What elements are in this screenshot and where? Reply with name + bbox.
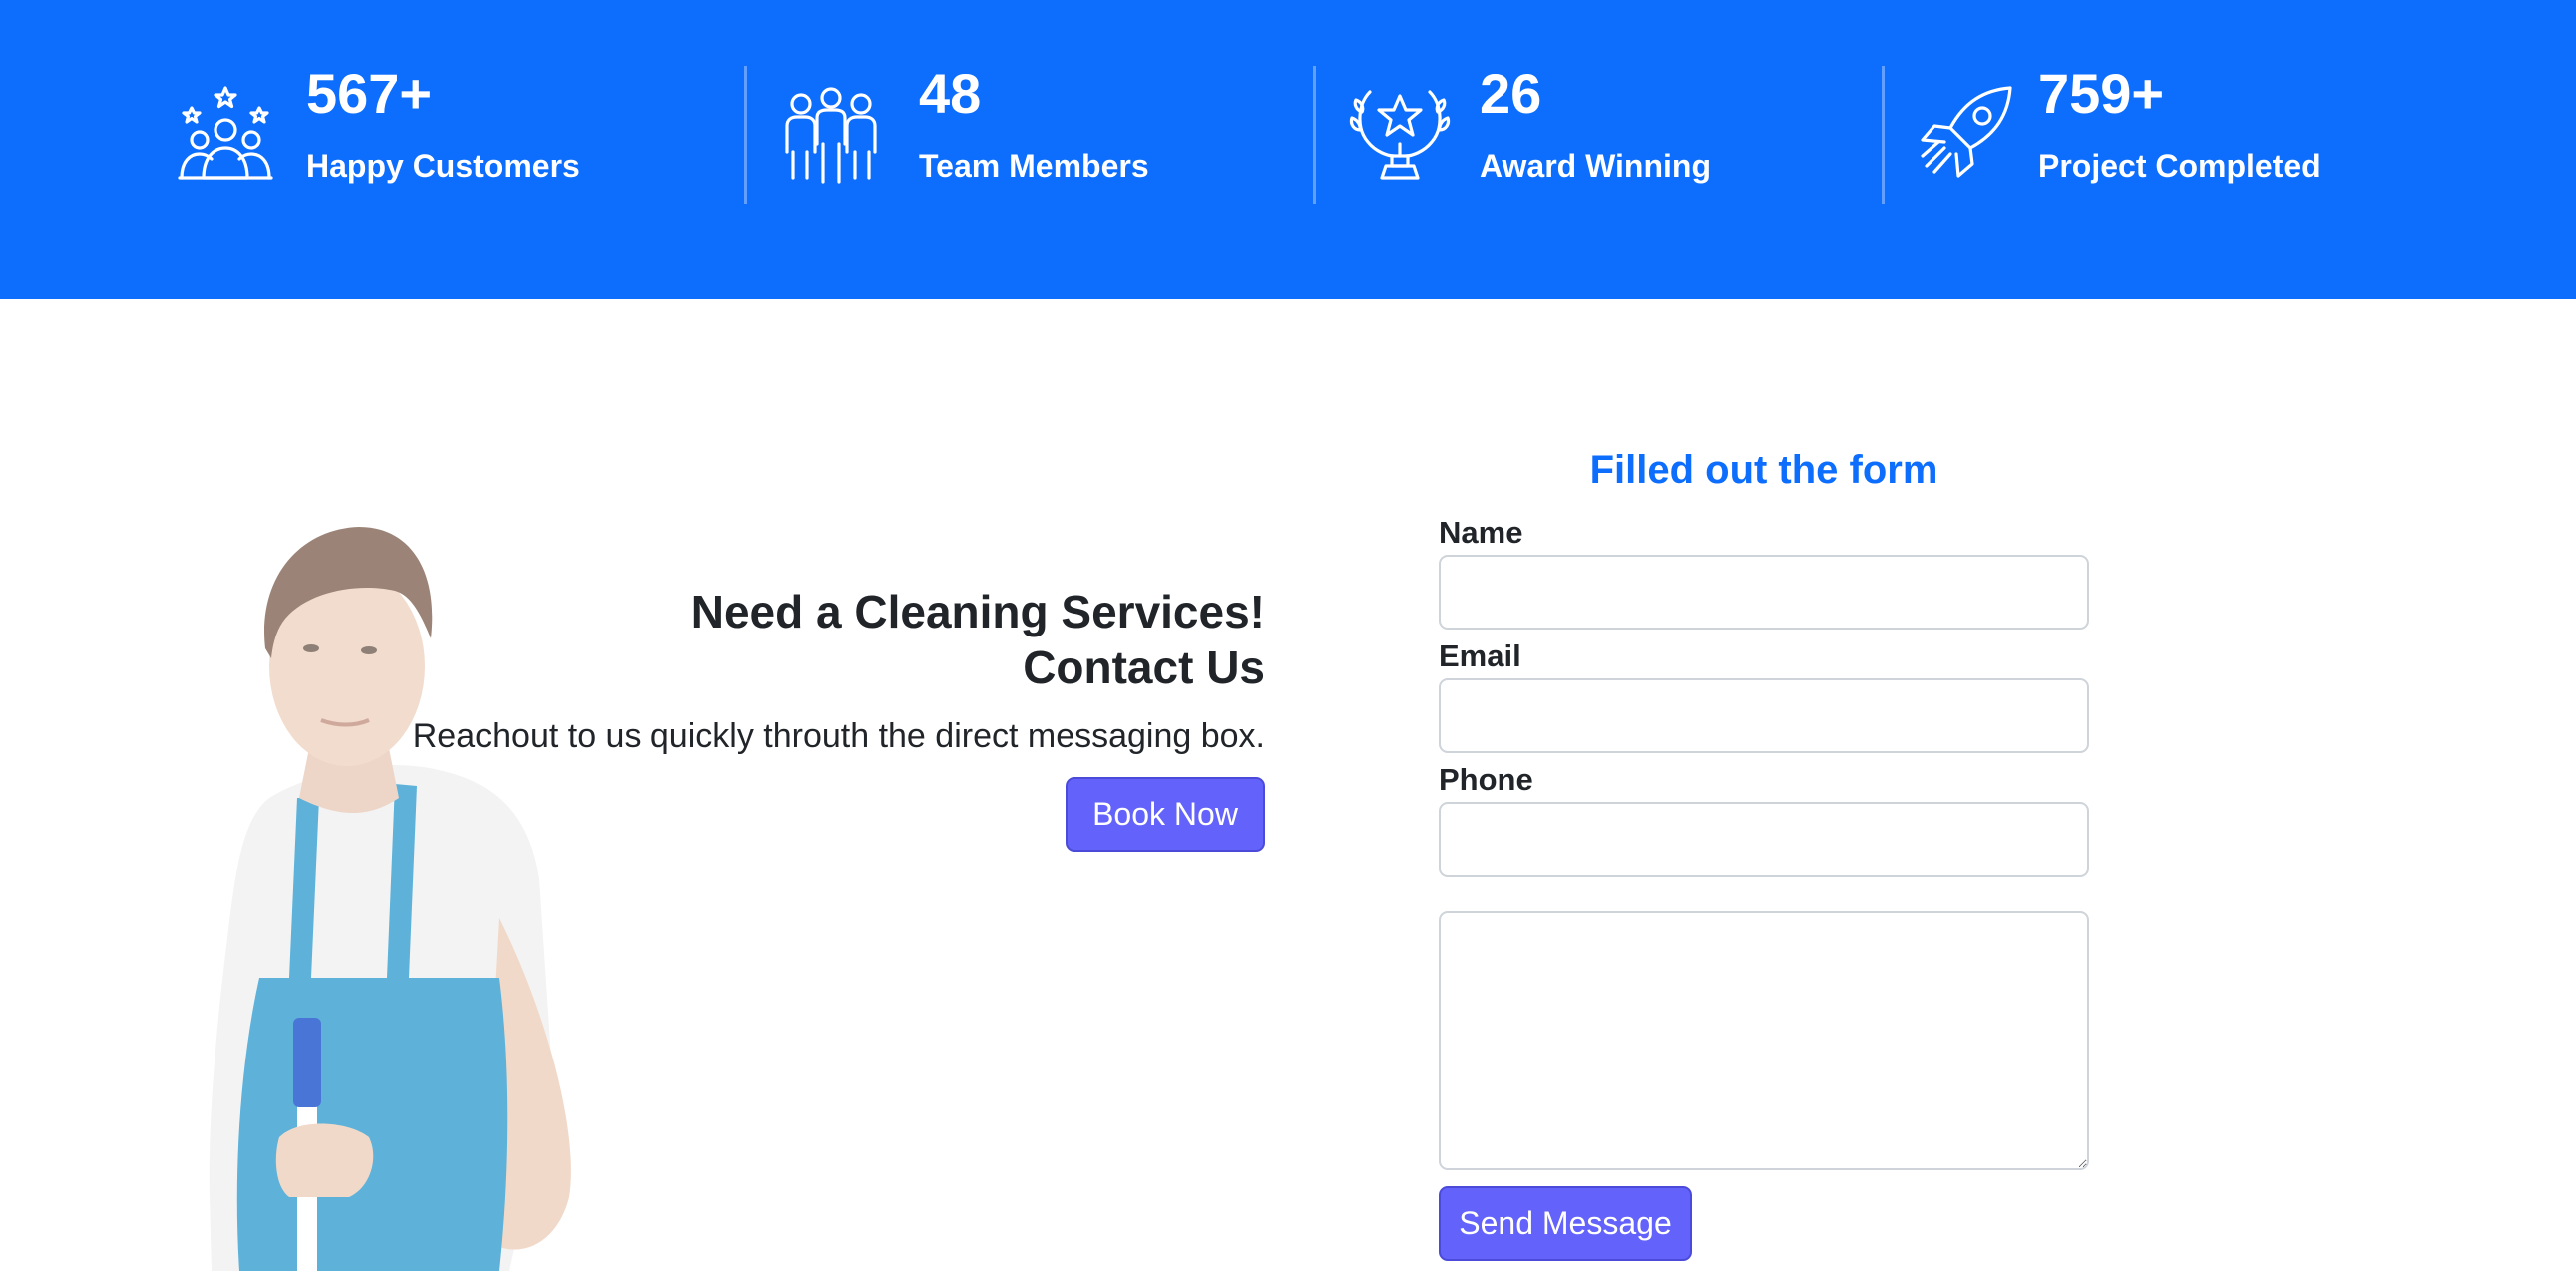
rocket-icon [1915,82,2018,186]
cta-heading: Need a Cleaning Services! Contact Us [367,584,1265,695]
stat-value: 567+ [306,62,433,125]
email-field[interactable] [1439,678,2089,753]
award-trophy-icon [1348,82,1452,186]
stat-happy-customers: 567+ Happy Customers [0,0,743,299]
cta-heading-line2: Contact Us [1023,641,1265,693]
name-field[interactable] [1439,555,2089,630]
phone-label: Phone [1439,762,1533,797]
stat-award-winning: 26 Award Winning [1316,0,1883,299]
stat-label: Team Members [919,148,1149,184]
form-title: Filled out the form [1589,448,1938,492]
customers-stars-icon [174,82,277,186]
stat-team-members: 48 Team Members [747,0,1314,299]
stat-value: 48 [919,62,982,125]
send-message-button[interactable]: Send Message [1439,1186,1692,1261]
email-label: Email [1439,638,1521,673]
cta-description: Reachout to us quickly throuth the direc… [412,717,1265,755]
stat-label: Award Winning [1480,148,1711,184]
stat-label: Project Completed [2038,148,2321,184]
cta-heading-line1: Need a Cleaning Services! [690,586,1265,637]
phone-field[interactable] [1439,802,2089,877]
name-label: Name [1439,515,1523,550]
stats-banner: 567+ Happy Customers 48 Team Members 26 … [0,0,2576,299]
stat-value: 759+ [2038,62,2165,125]
stat-project-completed: 759+ Project Completed [1885,0,2576,299]
book-now-button[interactable]: Book Now [1066,777,1265,852]
message-field[interactable] [1439,911,2089,1170]
stat-value: 26 [1480,62,1542,125]
team-members-icon [779,82,883,186]
stat-label: Happy Customers [306,148,580,184]
